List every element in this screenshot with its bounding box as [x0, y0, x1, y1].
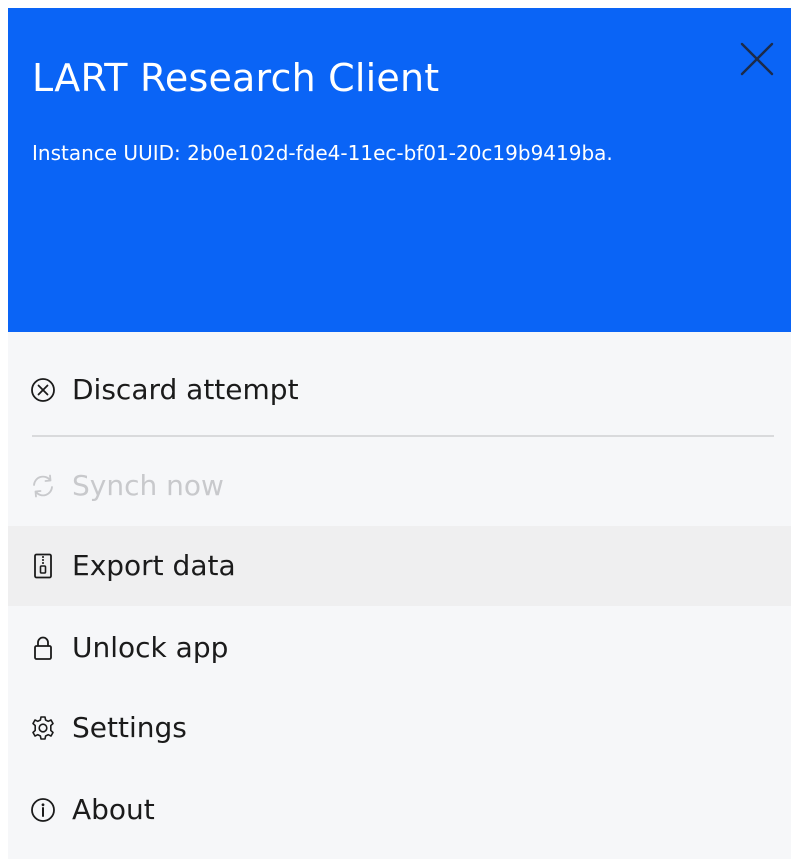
gear-icon [30, 715, 56, 741]
menu-item-settings[interactable]: Settings [8, 688, 791, 768]
menu-item-label: Synch now [72, 469, 224, 502]
lock-icon [30, 635, 56, 661]
menu-divider [32, 435, 774, 437]
info-icon [30, 797, 56, 823]
side-panel: LART Research Client Instance UUID: 2b0e… [8, 8, 791, 859]
zip-archive-icon [30, 553, 56, 579]
circle-x-icon [30, 377, 56, 403]
menu-item-label: Export data [72, 549, 236, 582]
instance-uuid: Instance UUID: 2b0e102d-fde4-11ec-bf01-2… [32, 141, 613, 165]
menu-item-unlock-app[interactable]: Unlock app [8, 608, 791, 688]
menu-item-synch-now[interactable]: Synch now [8, 446, 791, 526]
menu-item-discard-attempt[interactable]: Discard attempt [8, 350, 791, 430]
app-title: LART Research Client [32, 56, 440, 100]
close-icon [740, 42, 774, 76]
menu-item-label: Discard attempt [72, 373, 299, 406]
menu-item-about[interactable]: About [8, 770, 791, 850]
menu-item-label: Unlock app [72, 631, 229, 664]
menu-item-label: Settings [72, 711, 187, 744]
panel-header: LART Research Client Instance UUID: 2b0e… [8, 8, 791, 332]
close-button[interactable] [738, 40, 776, 78]
menu-item-export-data[interactable]: Export data [8, 526, 791, 606]
menu-item-label: About [72, 793, 155, 826]
sync-icon [30, 473, 56, 499]
